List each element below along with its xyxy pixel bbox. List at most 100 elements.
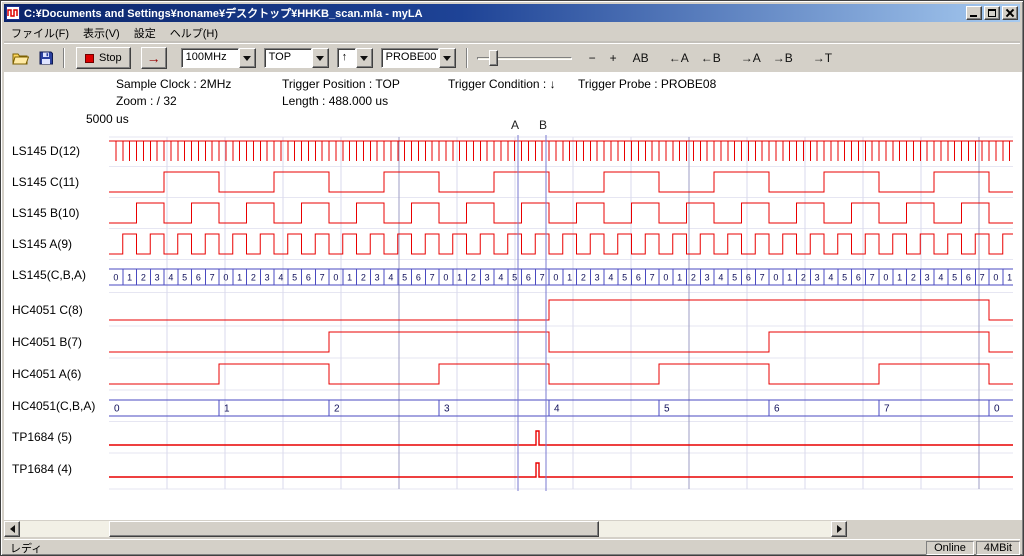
svg-text:4: 4 xyxy=(938,273,943,283)
svg-text:1: 1 xyxy=(347,273,352,283)
triangle-down xyxy=(243,56,251,61)
chevron-down-icon[interactable] xyxy=(239,48,256,68)
horizontal-scrollbar[interactable] xyxy=(4,521,847,537)
wave-ls145-b-10 xyxy=(109,203,1013,223)
svg-text:1: 1 xyxy=(127,273,132,283)
open-button[interactable] xyxy=(8,46,32,70)
svg-text:5: 5 xyxy=(842,273,847,283)
menu-help[interactable]: ヘルプ(H) xyxy=(163,23,225,43)
svg-text:2: 2 xyxy=(911,273,916,283)
info-trigger-condition: Trigger Condition : ↓ xyxy=(448,77,556,91)
info-zoom: Zoom : / 32 xyxy=(116,94,177,108)
svg-text:7: 7 xyxy=(320,273,325,283)
svg-text:2: 2 xyxy=(334,404,340,415)
menu-file[interactable]: ファイル(F) xyxy=(4,23,76,43)
wave-hc4051-b-7 xyxy=(109,332,1013,352)
menu-bar: ファイル(F) 表示(V) 設定 ヘルプ(H) xyxy=(4,23,1020,42)
probe-combo[interactable]: PROBE00 xyxy=(381,48,456,68)
menu-settings[interactable]: 設定 xyxy=(127,23,163,43)
close-button[interactable] xyxy=(1002,6,1018,20)
svg-text:2: 2 xyxy=(361,273,366,283)
stop-button[interactable]: Stop xyxy=(76,47,131,69)
trigger-edge-combo[interactable]: ↑ xyxy=(337,48,373,68)
channel-label-ls145-c: LS145 C(11) xyxy=(12,175,108,189)
triangle-down xyxy=(360,56,368,61)
minimize-icon xyxy=(970,15,977,17)
chevron-down-icon[interactable] xyxy=(356,48,373,68)
svg-text:2: 2 xyxy=(581,273,586,283)
svg-text:4: 4 xyxy=(388,273,393,283)
move-cursor-b-button[interactable]: →B xyxy=(768,48,798,68)
trigger-position-combo[interactable]: TOP xyxy=(264,48,329,68)
app-window: C:¥Documents and Settings¥noname¥デスクトップ¥… xyxy=(0,0,1024,556)
svg-text:1: 1 xyxy=(787,273,792,283)
svg-text:1: 1 xyxy=(677,273,682,283)
svg-text:3: 3 xyxy=(705,273,710,283)
run-button[interactable]: → xyxy=(141,47,167,69)
svg-text:4: 4 xyxy=(498,273,503,283)
scrollbar-thumb[interactable] xyxy=(109,521,599,537)
svg-text:4: 4 xyxy=(168,273,173,283)
zoom-out-button[interactable]: − xyxy=(584,48,601,68)
svg-text:1: 1 xyxy=(224,404,230,415)
svg-text:5: 5 xyxy=(952,273,957,283)
toolbar: Stop → 100MHz TOP ↑ PROBE00 − + AB ←A xyxy=(4,43,1020,72)
svg-text:6: 6 xyxy=(636,273,641,283)
goto-cursor-b-button[interactable]: ←B xyxy=(696,48,726,68)
app-icon[interactable] xyxy=(6,6,20,20)
floppy-save-icon xyxy=(39,51,53,65)
svg-text:4: 4 xyxy=(554,404,560,415)
svg-text:4: 4 xyxy=(278,273,283,283)
svg-text:7: 7 xyxy=(210,273,215,283)
zoom-in-button[interactable]: + xyxy=(605,48,622,68)
svg-text:6: 6 xyxy=(856,273,861,283)
channel-label-ls145-bus: LS145(C,B,A) xyxy=(12,268,108,282)
channel-label-ls145-a: LS145 A(9) xyxy=(12,237,108,251)
stop-label: Stop xyxy=(99,52,122,64)
chevron-down-icon[interactable] xyxy=(439,48,456,68)
zoom-slider[interactable] xyxy=(477,48,572,68)
status-memory-text: 4MBit xyxy=(984,542,1012,554)
svg-text:5: 5 xyxy=(292,273,297,283)
status-bar: レディ Online 4MBit xyxy=(4,539,1020,555)
svg-text:5: 5 xyxy=(512,273,517,283)
wave-hc4051-a-6 xyxy=(109,364,1013,384)
maximize-button[interactable] xyxy=(984,6,1000,20)
channel-label-hc4051-a: HC4051 A(6) xyxy=(12,367,108,381)
svg-text:3: 3 xyxy=(265,273,270,283)
channel-label-hc4051-b: HC4051 B(7) xyxy=(12,335,108,349)
svg-text:6: 6 xyxy=(746,273,751,283)
sample-clock-combo[interactable]: 100MHz xyxy=(181,48,256,68)
goto-trigger-button[interactable]: →T xyxy=(808,48,837,68)
trigger-edge-value: ↑ xyxy=(337,48,356,68)
svg-text:7: 7 xyxy=(760,273,765,283)
svg-text:5: 5 xyxy=(622,273,627,283)
scrollbar-track[interactable] xyxy=(20,521,831,537)
status-ready-text: レディ xyxy=(4,540,42,556)
chevron-down-icon[interactable] xyxy=(312,48,329,68)
scroll-left-button[interactable] xyxy=(4,521,20,537)
probe-value: PROBE00 xyxy=(381,48,439,68)
slider-thumb[interactable] xyxy=(489,50,498,66)
channel-label-hc4051-bus: HC4051(C,B,A) xyxy=(12,399,108,413)
ab-button[interactable]: AB xyxy=(628,48,654,68)
svg-text:0: 0 xyxy=(333,273,338,283)
scroll-right-button[interactable] xyxy=(831,521,847,537)
svg-text:7: 7 xyxy=(650,273,655,283)
menu-view[interactable]: 表示(V) xyxy=(76,23,127,43)
goto-cursor-a-button[interactable]: ←A xyxy=(664,48,694,68)
svg-text:5: 5 xyxy=(182,273,187,283)
svg-text:0: 0 xyxy=(994,404,1000,415)
svg-text:6: 6 xyxy=(306,273,311,283)
status-memory-badge: 4MBit xyxy=(976,541,1020,555)
svg-text:6: 6 xyxy=(416,273,421,283)
info-trigger-probe: Trigger Probe : PROBE08 xyxy=(578,77,716,91)
save-button[interactable] xyxy=(34,46,58,70)
svg-text:7: 7 xyxy=(980,273,985,283)
move-cursor-a-button[interactable]: →A xyxy=(736,48,766,68)
minimize-button[interactable] xyxy=(966,6,982,20)
svg-text:1: 1 xyxy=(1007,273,1012,283)
waveform-plot[interactable]: 0123456701234567012345670123456701234567… xyxy=(109,117,1015,497)
svg-text:0: 0 xyxy=(443,273,448,283)
sample-clock-value: 100MHz xyxy=(181,48,239,68)
